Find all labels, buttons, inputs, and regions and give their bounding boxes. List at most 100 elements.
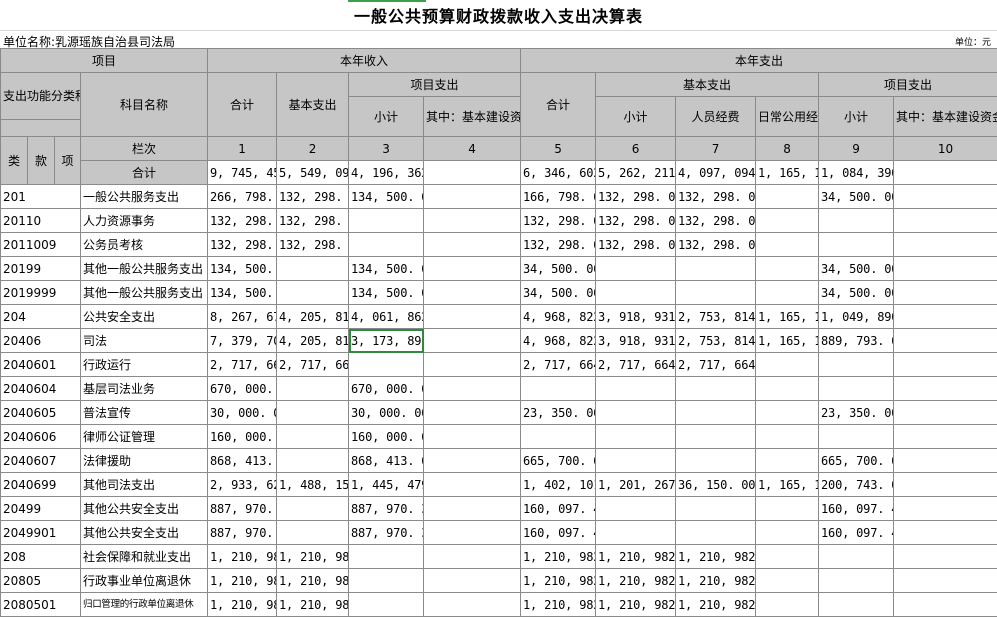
row-value-col-4[interactable] bbox=[424, 473, 521, 497]
row-value-col-2[interactable]: 132, 298. 00 bbox=[277, 233, 349, 257]
row-value-col-4[interactable] bbox=[424, 209, 521, 233]
row-value-col-3[interactable] bbox=[349, 545, 424, 569]
row-value-col-4[interactable] bbox=[424, 353, 521, 377]
row-value-col-1[interactable]: 132, 298. 00 bbox=[208, 209, 277, 233]
row-value-col-8[interactable] bbox=[756, 401, 819, 425]
row-value-col-10[interactable] bbox=[894, 233, 997, 257]
row-value-col-2[interactable]: 132, 298. 00 bbox=[277, 185, 349, 209]
row-value-col-2[interactable]: 1, 210, 982. 00 bbox=[277, 569, 349, 593]
col-number-10[interactable]: 10 bbox=[894, 137, 997, 161]
row-value-col-3[interactable]: 30, 000. 00 bbox=[349, 401, 424, 425]
row-value-col-3[interactable]: 134, 500. 00 bbox=[349, 281, 424, 305]
row-subject-name[interactable]: 其他公共安全支出 bbox=[81, 497, 208, 521]
row-subject-name[interactable]: 人力资源事务 bbox=[81, 209, 208, 233]
row-subject-name[interactable]: 一般公共服务支出 bbox=[81, 185, 208, 209]
col-number-2[interactable]: 2 bbox=[277, 137, 349, 161]
row-code[interactable]: 201 bbox=[1, 185, 81, 209]
row-value-col-8[interactable] bbox=[756, 497, 819, 521]
row-value-col-7[interactable] bbox=[676, 425, 756, 449]
row-value-col-1[interactable]: 670, 000. 00 bbox=[208, 377, 277, 401]
row-code[interactable]: 2049901 bbox=[1, 521, 81, 545]
col-number-4[interactable]: 4 bbox=[424, 137, 521, 161]
row-value-col-9[interactable]: 160, 097. 41 bbox=[819, 521, 894, 545]
row-value-col-6[interactable]: 1, 210, 982. 00 bbox=[596, 593, 676, 617]
row-value-col-8[interactable] bbox=[756, 425, 819, 449]
row-value-col-1[interactable]: 7, 379, 706. 00 bbox=[208, 329, 277, 353]
row-value-col-4[interactable] bbox=[424, 185, 521, 209]
col-number-1[interactable]: 1 bbox=[208, 137, 277, 161]
row-code[interactable]: 2011009 bbox=[1, 233, 81, 257]
row-value-col-6[interactable]: 1, 201, 267. 61 bbox=[596, 473, 676, 497]
row-value-col-2[interactable] bbox=[277, 377, 349, 401]
total-value-col-1[interactable]: 9, 745, 456. 30 bbox=[208, 161, 277, 185]
header-expense-project-capital[interactable]: 其中：基本建设资金支出 bbox=[894, 97, 997, 137]
total-value-col-2[interactable]: 5, 549, 094. 00 bbox=[277, 161, 349, 185]
row-value-col-3[interactable]: 3, 173, 892. 00 bbox=[349, 329, 424, 353]
row-value-col-5[interactable]: 166, 798. 00 bbox=[521, 185, 596, 209]
row-value-col-4[interactable] bbox=[424, 401, 521, 425]
row-code[interactable]: 2040607 bbox=[1, 449, 81, 473]
row-value-col-1[interactable]: 266, 798. 00 bbox=[208, 185, 277, 209]
header-expense-basic[interactable]: 基本支出 bbox=[596, 73, 819, 97]
row-value-col-1[interactable]: 887, 970. 30 bbox=[208, 497, 277, 521]
row-value-col-6[interactable]: 132, 298. 00 bbox=[596, 209, 676, 233]
header-xiang[interactable]: 项 bbox=[55, 137, 81, 185]
row-value-col-1[interactable]: 160, 000. 00 bbox=[208, 425, 277, 449]
row-value-col-1[interactable]: 2, 933, 629. 00 bbox=[208, 473, 277, 497]
total-value-col-7[interactable]: 4, 097, 094. 00 bbox=[676, 161, 756, 185]
row-value-col-5[interactable] bbox=[521, 377, 596, 401]
row-value-col-6[interactable]: 3, 918, 931. 61 bbox=[596, 305, 676, 329]
header-subject-name[interactable]: 科目名称 bbox=[81, 73, 208, 137]
row-value-col-7[interactable] bbox=[676, 377, 756, 401]
row-value-col-2[interactable]: 4, 205, 814. 00 bbox=[277, 329, 349, 353]
row-value-col-5[interactable]: 160, 097. 41 bbox=[521, 521, 596, 545]
row-value-col-7[interactable]: 2, 717, 664. 00 bbox=[676, 353, 756, 377]
row-subject-name[interactable]: 法律援助 bbox=[81, 449, 208, 473]
row-value-col-4[interactable] bbox=[424, 569, 521, 593]
row-value-col-5[interactable]: 4, 968, 822. 02 bbox=[521, 305, 596, 329]
row-value-col-2[interactable]: 1, 488, 150. 00 bbox=[277, 473, 349, 497]
row-value-col-5[interactable]: 2, 717, 664. 00 bbox=[521, 353, 596, 377]
row-value-col-7[interactable]: 132, 298. 00 bbox=[676, 233, 756, 257]
col-number-3[interactable]: 3 bbox=[349, 137, 424, 161]
row-value-col-3[interactable] bbox=[349, 209, 424, 233]
header-income-basic[interactable]: 基本支出 bbox=[277, 73, 349, 137]
row-value-col-8[interactable] bbox=[756, 209, 819, 233]
row-value-col-2[interactable]: 1, 210, 982. 00 bbox=[277, 593, 349, 617]
row-subject-name[interactable]: 基层司法业务 bbox=[81, 377, 208, 401]
row-value-col-4[interactable] bbox=[424, 497, 521, 521]
row-value-col-3[interactable]: 670, 000. 00 bbox=[349, 377, 424, 401]
row-value-col-10[interactable] bbox=[894, 353, 997, 377]
row-value-col-4[interactable] bbox=[424, 521, 521, 545]
row-value-col-8[interactable]: 1, 165, 117. 61 bbox=[756, 473, 819, 497]
header-lanci[interactable]: 栏次 bbox=[81, 137, 208, 161]
row-subject-name[interactable]: 其他一般公共服务支出 bbox=[81, 257, 208, 281]
row-value-col-5[interactable]: 4, 968, 822. 02 bbox=[521, 329, 596, 353]
row-value-col-7[interactable] bbox=[676, 281, 756, 305]
row-subject-name[interactable]: 公务员考核 bbox=[81, 233, 208, 257]
row-value-col-8[interactable] bbox=[756, 353, 819, 377]
row-value-col-3[interactable]: 134, 500. 00 bbox=[349, 185, 424, 209]
row-value-col-10[interactable] bbox=[894, 449, 997, 473]
row-code[interactable]: 20406 bbox=[1, 329, 81, 353]
row-value-col-7[interactable]: 1, 210, 982. 00 bbox=[676, 593, 756, 617]
row-value-col-7[interactable] bbox=[676, 401, 756, 425]
row-code[interactable]: 2040601 bbox=[1, 353, 81, 377]
row-value-col-2[interactable] bbox=[277, 425, 349, 449]
row-value-col-10[interactable] bbox=[894, 377, 997, 401]
row-value-col-9[interactable] bbox=[819, 233, 894, 257]
row-value-col-6[interactable] bbox=[596, 521, 676, 545]
row-value-col-6[interactable] bbox=[596, 281, 676, 305]
row-value-col-3[interactable]: 4, 061, 862. 30 bbox=[349, 305, 424, 329]
total-row-label[interactable]: 合计 bbox=[81, 161, 208, 185]
header-income-project[interactable]: 项目支出 bbox=[349, 73, 521, 97]
row-value-col-5[interactable]: 23, 350. 00 bbox=[521, 401, 596, 425]
row-value-col-1[interactable]: 134, 500. 00 bbox=[208, 281, 277, 305]
row-value-col-6[interactable]: 1, 210, 982. 00 bbox=[596, 569, 676, 593]
col-number-8[interactable]: 8 bbox=[756, 137, 819, 161]
header-expense-basic-subtotal[interactable]: 小计 bbox=[596, 97, 676, 137]
row-value-col-9[interactable] bbox=[819, 425, 894, 449]
row-subject-name[interactable]: 其他公共安全支出 bbox=[81, 521, 208, 545]
row-value-col-7[interactable]: 2, 753, 814. 00 bbox=[676, 305, 756, 329]
row-code[interactable]: 204 bbox=[1, 305, 81, 329]
